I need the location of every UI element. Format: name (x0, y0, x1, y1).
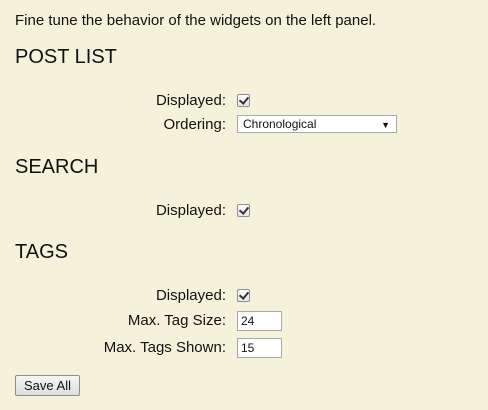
post-list-ordering-row: Ordering: Chronological ▼ (0, 114, 488, 136)
max-tags-shown-input[interactable] (237, 338, 282, 358)
tags-displayed-label: Displayed: (155, 287, 226, 304)
section-title-search: SEARCH (15, 156, 99, 178)
max-tag-size-label: Max. Tag Size: (127, 312, 226, 329)
post-list-displayed-label: Displayed: (155, 92, 226, 109)
post-list-ordering-select[interactable]: Chronological ▼ (237, 115, 397, 133)
max-tags-shown-label: Max. Tags Shown: (103, 339, 226, 356)
max-tag-size-row: Max. Tag Size: (0, 310, 488, 332)
chevron-down-icon: ▼ (381, 120, 390, 130)
tags-displayed-checkbox[interactable] (237, 289, 250, 302)
post-list-ordering-value: Chronological (243, 117, 317, 131)
max-tags-shown-row: Max. Tags Shown: (0, 337, 488, 359)
post-list-ordering-label: Ordering: (163, 116, 226, 133)
section-title-tags: TAGS (15, 241, 68, 263)
search-displayed-checkbox[interactable] (237, 204, 250, 217)
search-displayed-row: Displayed: (0, 200, 488, 222)
post-list-displayed-checkbox[interactable] (237, 94, 250, 107)
max-tag-size-input[interactable] (237, 311, 282, 331)
intro-text: Fine tune the behavior of the widgets on… (15, 12, 377, 29)
section-title-post-list: POST LIST (15, 46, 117, 68)
tags-displayed-row: Displayed: (0, 285, 488, 307)
search-displayed-label: Displayed: (155, 202, 226, 219)
save-all-button[interactable]: Save All (15, 375, 80, 396)
post-list-displayed-row: Displayed: (0, 90, 488, 112)
